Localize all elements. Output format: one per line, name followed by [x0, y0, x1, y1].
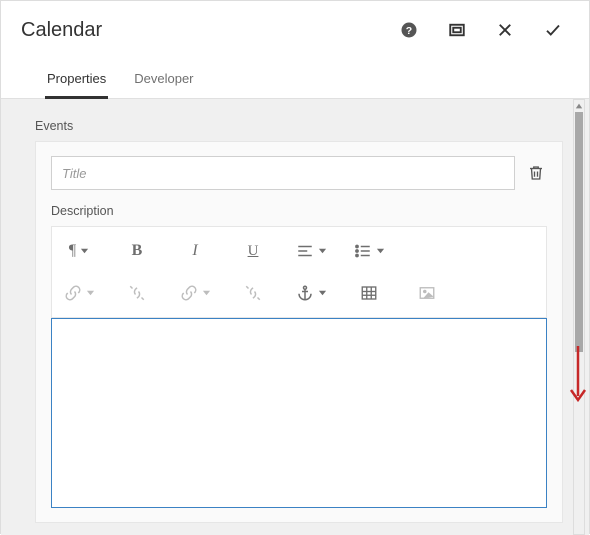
delete-event-button[interactable] — [525, 162, 547, 184]
panel-wrapper: Events Description ¶ — [1, 99, 589, 535]
tab-developer[interactable]: Developer — [132, 65, 195, 99]
paragraph-format-button[interactable]: ¶ — [58, 235, 100, 267]
pilcrow-icon: ¶ — [69, 242, 76, 260]
header-actions: ? — [399, 20, 569, 40]
rte-toolbar: ¶ B I U — [51, 226, 547, 318]
description-editor[interactable] — [51, 318, 547, 508]
vertical-scrollbar[interactable] — [573, 99, 585, 535]
bold-button[interactable]: B — [116, 235, 158, 267]
confirm-check-icon[interactable] — [543, 20, 563, 40]
bold-icon: B — [132, 242, 143, 260]
anchor-button[interactable] — [290, 277, 332, 309]
anchor-icon — [296, 284, 314, 302]
rte-toolbar-row-1: ¶ B I U — [58, 231, 540, 271]
rte-toolbar-row-2 — [58, 273, 540, 313]
align-left-icon — [296, 242, 314, 260]
underline-icon: U — [248, 243, 259, 260]
help-icon[interactable]: ? — [399, 20, 419, 40]
events-section-label: Events — [35, 119, 563, 133]
list-button[interactable] — [348, 235, 390, 267]
table-icon — [360, 284, 378, 302]
chevron-down-icon — [376, 242, 385, 260]
link-alt-button[interactable] — [174, 277, 216, 309]
image-button[interactable] — [406, 277, 448, 309]
properties-panel: Events Description ¶ — [1, 99, 589, 535]
image-icon — [418, 284, 436, 302]
link-icon — [180, 284, 198, 302]
italic-icon: I — [192, 242, 197, 260]
link-button[interactable] — [58, 277, 100, 309]
fullscreen-icon[interactable] — [447, 20, 467, 40]
event-title-row — [51, 156, 547, 190]
align-button[interactable] — [290, 235, 332, 267]
link-icon — [64, 284, 82, 302]
underline-button[interactable]: U — [232, 235, 274, 267]
list-icon — [354, 242, 372, 260]
chevron-down-icon — [318, 242, 327, 260]
event-item-card: Description ¶ B I U — [35, 141, 563, 523]
unlink-alt-button[interactable] — [232, 277, 274, 309]
chevron-down-icon — [86, 284, 95, 302]
chevron-down-icon — [80, 242, 89, 260]
table-button[interactable] — [348, 277, 390, 309]
event-title-input[interactable] — [51, 156, 515, 190]
italic-button[interactable]: I — [174, 235, 216, 267]
scroll-up-arrow-icon[interactable] — [574, 100, 584, 112]
tab-bar: Properties Developer — [1, 57, 589, 99]
chevron-down-icon — [202, 284, 211, 302]
unlink-icon — [244, 284, 262, 302]
dialog-header: Calendar ? — [1, 1, 589, 57]
svg-text:?: ? — [406, 25, 412, 37]
dialog-title: Calendar — [21, 19, 399, 42]
chevron-down-icon — [318, 284, 327, 302]
description-label: Description — [51, 204, 547, 218]
close-icon[interactable] — [495, 20, 515, 40]
tab-properties[interactable]: Properties — [45, 65, 108, 99]
scrollbar-thumb[interactable] — [575, 112, 583, 352]
unlink-button[interactable] — [116, 277, 158, 309]
unlink-icon — [128, 284, 146, 302]
